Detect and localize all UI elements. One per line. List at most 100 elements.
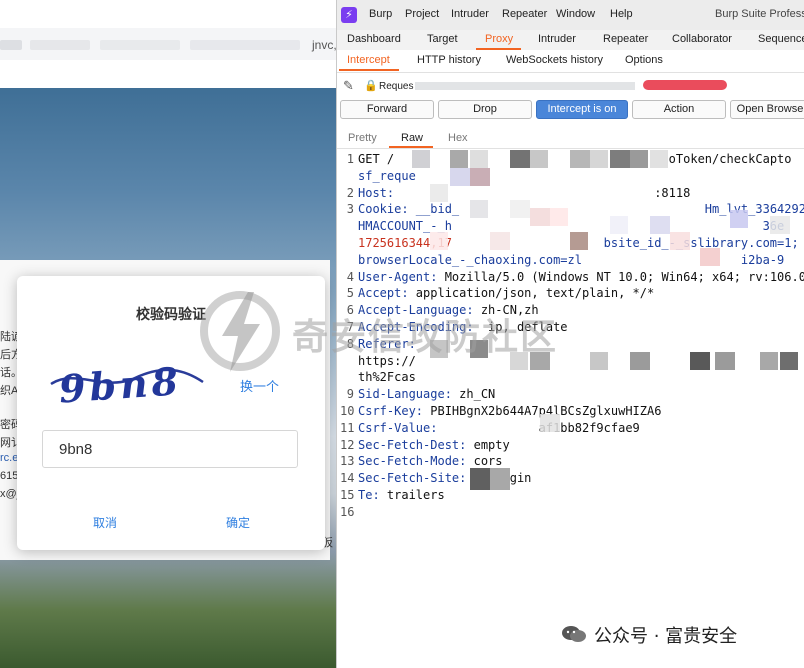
tab-websockets-history[interactable]: WebSockets history — [506, 54, 603, 66]
redaction-block — [650, 150, 668, 168]
request-line-segment: browserLocale_-_chaoxing.com=zl — [358, 252, 582, 267]
tab-proxy[interactable]: Proxy — [485, 33, 513, 45]
request-line: Te: trailers — [358, 488, 445, 502]
request-line-segment: User-Agent: — [358, 269, 438, 284]
tab-hex[interactable]: Hex — [448, 132, 468, 144]
tab-pretty[interactable]: Pretty — [348, 132, 377, 144]
redaction-block — [470, 340, 488, 358]
refresh-captcha-link[interactable]: 换一个 — [240, 376, 279, 395]
menu-help[interactable]: Help — [610, 8, 633, 20]
line-number: 4 — [346, 269, 354, 284]
request-line: sf_reque — [358, 169, 416, 183]
cancel-button[interactable]: 取消 — [93, 514, 117, 531]
forward-button[interactable]: Forward — [340, 100, 434, 119]
request-line-segment: cors — [466, 454, 503, 469]
tab-intercept[interactable]: Intercept — [347, 54, 390, 66]
request-editor[interactable]: 1 GET / oToken/checkCapto sf_reque 2 Host: :… — [337, 150, 804, 520]
line-number: 8 — [346, 336, 354, 351]
line-number: 7 — [346, 320, 354, 334]
tab-raw[interactable]: Raw — [401, 132, 423, 144]
captcha-input[interactable] — [42, 430, 298, 468]
redaction-block — [530, 150, 548, 168]
pencil-icon[interactable]: ✎ — [343, 79, 354, 94]
menu-window[interactable]: Window — [556, 8, 595, 20]
request-info-bar: ✎ 🔒 Reques — [337, 75, 804, 97]
line-number: 12 — [340, 437, 355, 452]
drop-button[interactable]: Drop — [438, 100, 532, 119]
redaction-block — [610, 216, 628, 234]
redaction-block — [770, 216, 790, 234]
menu-repeater[interactable]: Repeater — [502, 8, 547, 20]
line-number: 14 — [340, 471, 355, 486]
redaction-block — [470, 168, 490, 186]
redaction-block — [470, 150, 488, 168]
tab-http-history[interactable]: HTTP history — [417, 54, 481, 66]
action-button[interactable]: Action — [632, 100, 726, 119]
burp-logo-icon: ⚡ — [341, 7, 357, 23]
tab-sequencer[interactable]: Sequence — [758, 33, 804, 45]
captcha-image[interactable]: 9bn8 — [45, 362, 205, 410]
intercept-toggle-button[interactable]: Intercept is on — [536, 100, 628, 119]
side-line: 织A — [0, 385, 19, 397]
redaction-block — [650, 216, 670, 234]
side-line: 615 — [0, 470, 19, 482]
window-title: Burp Suite Professio — [715, 8, 804, 20]
menu-intruder[interactable]: Intruder — [451, 8, 489, 20]
redaction-block — [715, 352, 735, 370]
request-line: Csrf-Value: af1bb82f9cfae9 — [358, 421, 640, 435]
request-line-segment: Csrf-Value: — [358, 420, 438, 435]
request-line-segment: i2ba-9 — [581, 252, 785, 267]
redaction-block — [590, 150, 608, 168]
open-browser-button[interactable]: Open Browse — [730, 100, 804, 119]
redaction-block — [530, 352, 550, 370]
burp-window: ⚡ Burp Project Intruder Repeater Window … — [336, 0, 804, 668]
line-number: 6 — [346, 303, 354, 318]
redaction-block — [630, 352, 650, 370]
request-line-segment: Csrf-Key: — [358, 404, 424, 418]
redacted-url-segment — [0, 40, 22, 50]
redaction-block — [470, 200, 488, 218]
request-line: Sec-Fetch-Mode: cors — [358, 454, 503, 468]
request-line-segment: GET / — [358, 152, 395, 166]
redaction-block — [590, 352, 608, 370]
tab-dashboard[interactable]: Dashboard — [347, 33, 401, 45]
line-number: 1 — [346, 152, 354, 166]
tab-target[interactable]: Target — [427, 33, 458, 45]
request-line-segment: Sec-Fetch-Site: — [358, 471, 467, 486]
footer-watermark: 公众号 · 富贵安全 — [594, 626, 738, 647]
request-line-segment: Cookie: __bid_ — [358, 202, 460, 217]
redaction-block — [490, 232, 510, 250]
redaction-block — [450, 168, 470, 186]
active-view-indicator — [389, 146, 433, 148]
redaction-block — [540, 414, 560, 432]
redaction-block — [550, 208, 568, 226]
request-line-segment: Accept-Language: — [358, 303, 474, 318]
request-line: Accept-Encoding: ip, deflate — [358, 320, 568, 334]
dialog-title: 校验码验证 — [136, 307, 206, 323]
confirm-button[interactable]: 确定 — [226, 514, 250, 531]
request-line-segment: Sec-Fetch-Dest: — [358, 437, 467, 452]
active-subtab-indicator — [339, 69, 399, 71]
menu-project[interactable]: Project — [405, 8, 439, 20]
url-text: jnvc, — [312, 38, 336, 52]
request-line-segment: Te: — [358, 488, 380, 502]
redacted-url-segment — [190, 40, 300, 50]
tab-options[interactable]: Options — [625, 54, 663, 66]
tab-repeater[interactable]: Repeater — [603, 33, 648, 45]
request-line-segment: zh_CN — [451, 387, 496, 402]
request-line-segment: oToken/checkCapto — [668, 152, 792, 166]
line-number: 16 — [340, 504, 355, 519]
tab-collaborator[interactable]: Collaborator — [672, 33, 732, 45]
captcha-dialog: 校验码验证 9bn8 换一个 取消 确定 — [17, 276, 325, 550]
intercept-controls: Forward Drop Intercept is on Action Open… — [337, 100, 804, 120]
redaction-block — [690, 352, 710, 370]
lock-icon: 🔒 — [364, 79, 378, 92]
line-number: 5 — [346, 286, 354, 301]
menu-burp[interactable]: Burp — [369, 8, 392, 20]
request-line-segment: ip, deflate — [473, 320, 568, 334]
redacted-url-segment — [30, 40, 90, 50]
request-line-segment: Accept-Encoding: — [358, 320, 474, 334]
request-line: browserLocale_-_chaoxing.com=zl i2ba-9 — [358, 253, 784, 267]
tab-intruder[interactable]: Intruder — [538, 33, 576, 45]
side-link[interactable]: rc.e — [0, 452, 18, 464]
